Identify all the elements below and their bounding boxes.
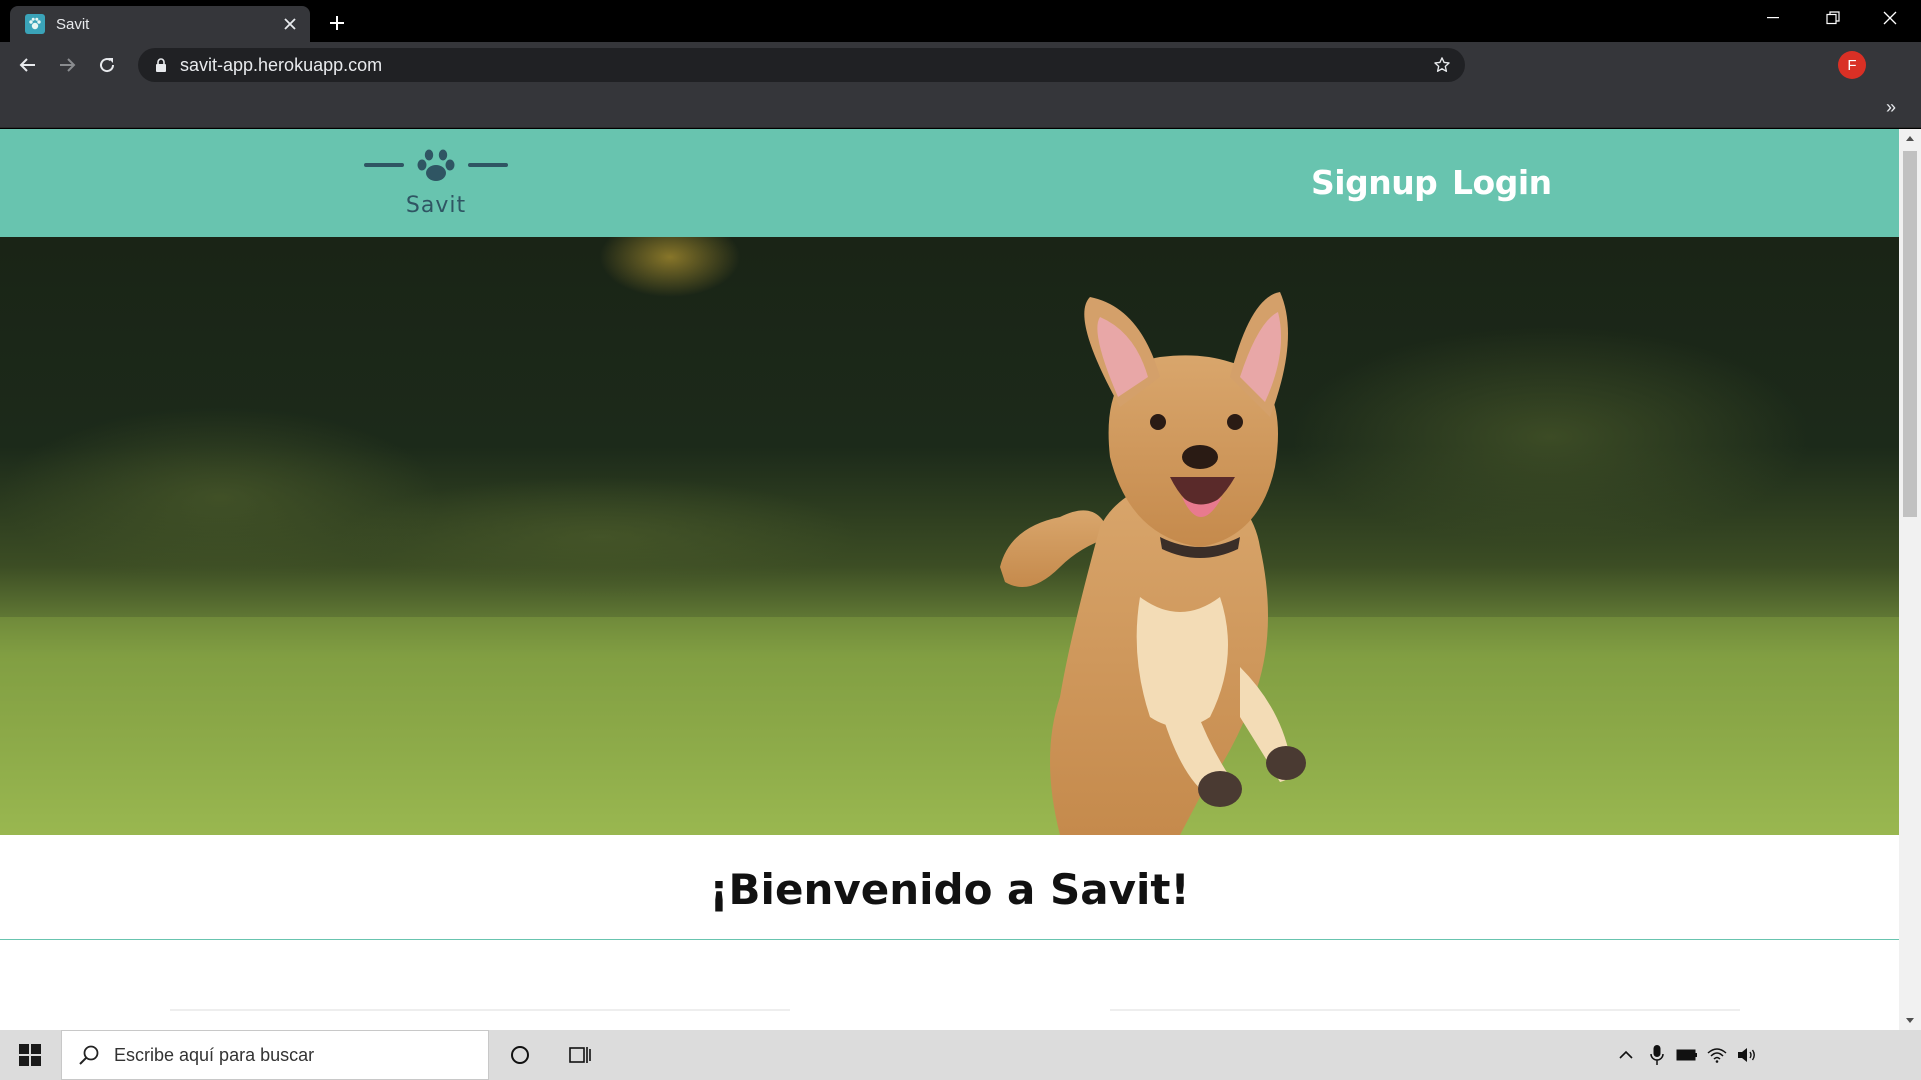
minimize-icon[interactable] — [1745, 0, 1801, 36]
bookmarks-overflow-button[interactable]: » — [1881, 95, 1901, 119]
profile-avatar[interactable]: F — [1838, 51, 1866, 79]
content-divider-left — [170, 1009, 790, 1011]
browser-toolbar: savit-app.herokuapp.com F — [0, 42, 1921, 87]
welcome-heading: ¡Bienvenido a Savit! — [709, 865, 1190, 914]
taskbar-search-box[interactable]: Escribe aquí para buscar — [61, 1030, 489, 1080]
login-link[interactable]: Login — [1452, 163, 1552, 202]
reload-icon[interactable] — [90, 48, 124, 82]
content-divider-right — [1110, 1009, 1740, 1011]
restore-icon[interactable] — [1805, 0, 1861, 36]
bookmarks-bar: » — [0, 87, 1921, 128]
back-arrow-icon[interactable] — [11, 48, 45, 82]
savit-logo[interactable]: Savit — [362, 145, 510, 225]
bookmark-star-icon[interactable] — [1427, 50, 1457, 80]
scrollbar-thumb[interactable] — [1903, 151, 1917, 517]
volume-icon[interactable] — [1725, 1030, 1769, 1080]
scroll-up-icon[interactable] — [1899, 129, 1921, 147]
scroll-down-icon[interactable] — [1899, 1012, 1921, 1030]
search-icon — [76, 1042, 102, 1068]
site-navbar: Savit Signup Login — [0, 129, 1899, 237]
paw-logo-icon — [364, 149, 508, 181]
cortana-icon[interactable] — [498, 1030, 542, 1080]
browser-tab[interactable]: Savit — [10, 6, 310, 42]
browser-tab-strip: Savit — [0, 0, 1921, 42]
page-scrollbar[interactable] — [1899, 129, 1921, 1030]
lock-icon — [154, 58, 168, 72]
address-bar[interactable]: savit-app.herokuapp.com — [138, 48, 1465, 82]
forward-arrow-icon[interactable] — [50, 48, 84, 82]
task-view-icon[interactable] — [558, 1030, 602, 1080]
url-text: savit-app.herokuapp.com — [180, 54, 383, 75]
page-viewport: Savit Signup Login ¡Bienvenido a Savit! — [0, 129, 1899, 1030]
tab-close-icon[interactable] — [278, 12, 302, 36]
savit-favicon-icon — [25, 14, 45, 34]
close-window-icon[interactable] — [1862, 0, 1918, 36]
signup-link[interactable]: Signup — [1311, 163, 1438, 202]
taskbar-search-placeholder: Escribe aquí para buscar — [114, 1044, 315, 1065]
logo-wordmark: Savit — [405, 193, 467, 218]
tab-title: Savit — [56, 15, 90, 33]
heading-divider — [0, 939, 1899, 940]
hero-dog-image — [0, 237, 1899, 835]
new-tab-icon[interactable] — [322, 8, 352, 38]
windows-start-icon[interactable] — [0, 1030, 60, 1080]
windows-taskbar: Escribe aquí para buscar — [0, 1030, 1921, 1080]
